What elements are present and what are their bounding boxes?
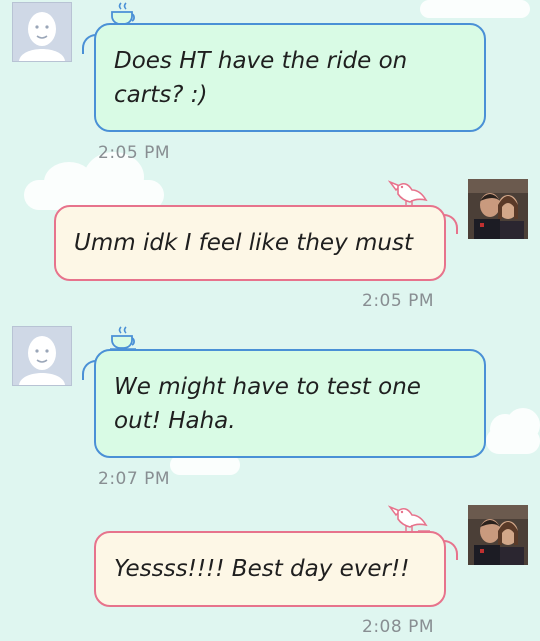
default-user-avatar-icon[interactable] (12, 326, 72, 386)
default-user-avatar-icon[interactable] (12, 2, 72, 62)
message-timestamp: 2:08 PM (362, 617, 434, 637)
photo-avatar[interactable] (468, 505, 528, 565)
message-text: Yessss!!!! Best day ever!! (114, 556, 410, 582)
message-bubble-outgoing[interactable]: Umm idk I feel like they must (54, 205, 446, 281)
message-bubble-outgoing[interactable]: Yessss!!!! Best day ever!! (94, 531, 446, 607)
message-text: Does HT have the ride on carts? :) (114, 47, 408, 108)
message-timestamp: 2:07 PM (98, 469, 170, 489)
background-cloud (486, 408, 540, 454)
background-cloud (420, 0, 530, 18)
message-text: We might have to test one out! Haha. (114, 373, 421, 434)
message-timestamp: 2:05 PM (98, 143, 170, 163)
bubble-tail (444, 214, 458, 234)
background-cloud (170, 441, 240, 475)
bubble-tail (444, 540, 458, 560)
message-timestamp: 2:05 PM (362, 291, 434, 311)
message-text: Umm idk I feel like they must (74, 230, 413, 256)
message-bubble-incoming[interactable]: Does HT have the ride on carts? :) (94, 23, 486, 132)
message-bubble-incoming[interactable]: We might have to test one out! Haha. (94, 349, 486, 458)
photo-avatar[interactable] (468, 179, 528, 239)
